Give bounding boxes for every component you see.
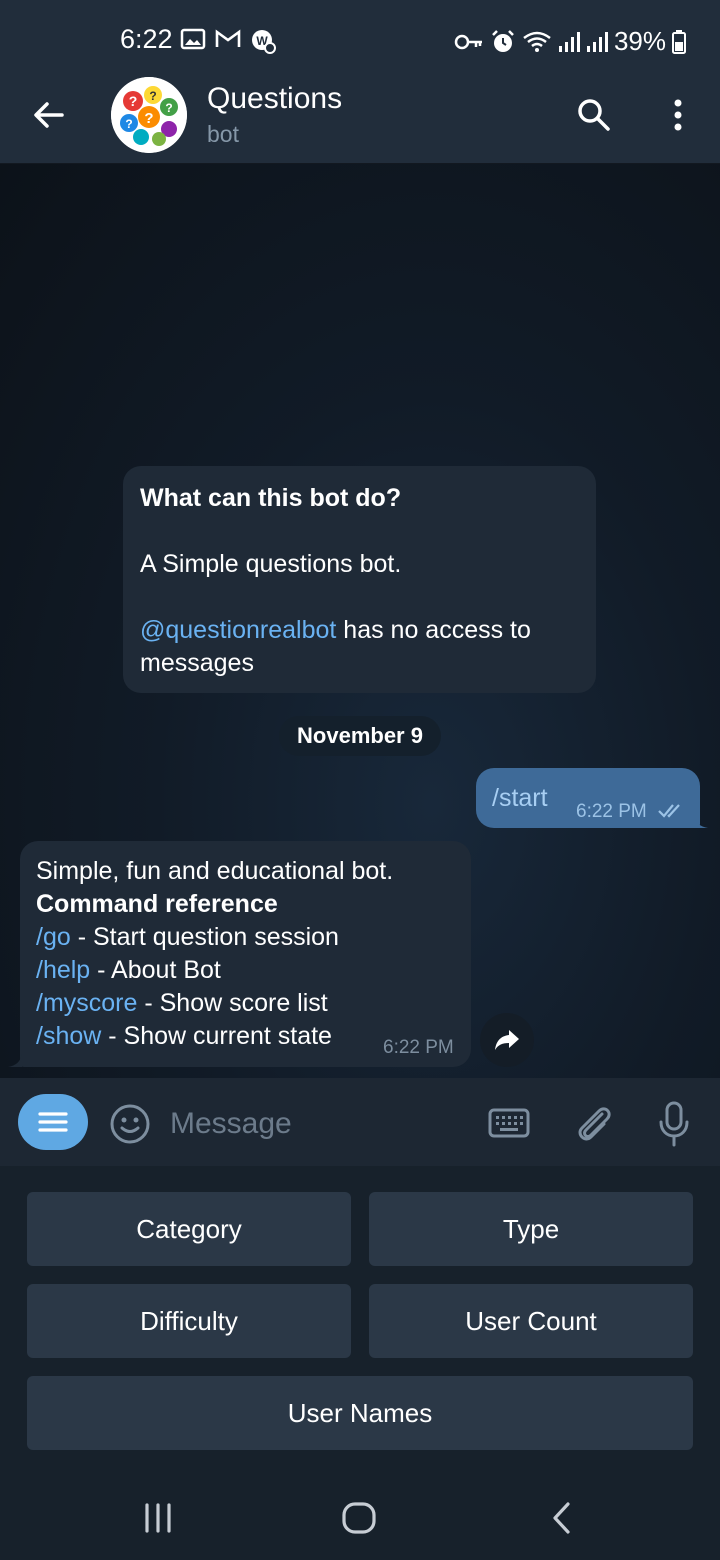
microphone-icon[interactable] (656, 1100, 692, 1148)
battery-percent: 39% (613, 26, 666, 56)
keyboard-button-category[interactable]: Category (27, 1192, 351, 1266)
access-text-2: messages (140, 649, 254, 677)
app-notification-icon: W (252, 30, 276, 54)
command-go-link[interactable]: /go (36, 923, 71, 951)
command-help-link[interactable]: /help (36, 956, 90, 984)
command-myscore-link[interactable]: /myscore (36, 989, 137, 1017)
message-input-bar (0, 1078, 720, 1166)
chat-header: ? ? ? ? ? Questions bot (0, 66, 720, 164)
more-vert-icon[interactable] (660, 94, 696, 136)
recent-apps-icon[interactable] (140, 1500, 176, 1536)
gallery-icon (180, 28, 206, 50)
bot-menu-button[interactable] (18, 1094, 88, 1150)
system-back-icon[interactable] (546, 1500, 576, 1536)
command-desc: - Start question session (70, 923, 339, 951)
bot-mention-link[interactable]: @questionrealbot (140, 616, 336, 644)
status-bar: 6:22 W 39% (0, 0, 720, 66)
message-time: 6:22 PM (576, 801, 647, 822)
attach-icon[interactable] (572, 1100, 616, 1146)
back-arrow-icon[interactable] (28, 94, 70, 136)
gmail-icon (215, 29, 241, 47)
signal-icon (586, 31, 608, 52)
system-nav-bar (0, 1476, 720, 1560)
incoming-message[interactable]: Simple, fun and educational bot. Command… (20, 841, 471, 1067)
command-desc: - About Bot (90, 956, 221, 984)
svg-text:?: ? (165, 101, 172, 115)
keyboard-button-type[interactable]: Type (369, 1192, 693, 1266)
vpn-key-icon (454, 34, 482, 49)
svg-text:?: ? (144, 110, 153, 127)
double-check-icon (658, 804, 680, 818)
info-description: A Simple questions bot. (140, 550, 402, 578)
svg-text:?: ? (129, 93, 138, 109)
chat-area[interactable]: What can this bot do? A Simple questions… (0, 164, 720, 1078)
svg-text:?: ? (125, 117, 132, 131)
home-icon[interactable] (340, 1500, 378, 1536)
info-heading: What can this bot do? (140, 484, 402, 512)
bubble-tail (8, 1054, 22, 1067)
bot-info-card: What can this bot do? A Simple questions… (123, 466, 596, 693)
command-show-link[interactable]: /show (36, 1022, 101, 1050)
bot-intro-line: Simple, fun and educational bot. (36, 857, 394, 885)
command-reference-heading: Command reference (36, 890, 278, 918)
alarm-icon (492, 29, 514, 52)
bot-avatar[interactable]: ? ? ? ? ? (111, 77, 187, 153)
keyboard-button-user-names[interactable]: User Names (27, 1376, 693, 1450)
signal-icon (558, 31, 580, 52)
message-input[interactable] (170, 1102, 460, 1146)
wifi-icon (523, 31, 551, 52)
message-text: /start (492, 784, 548, 812)
question-marks-logo-icon: ? ? ? ? ? (111, 77, 187, 153)
search-icon[interactable] (573, 94, 615, 136)
message-time: 6:22 PM (383, 1037, 454, 1058)
outgoing-message[interactable]: /start 6:22 PM (476, 768, 700, 828)
keyboard-icon[interactable] (487, 1104, 531, 1144)
svg-text:?: ? (149, 89, 156, 103)
share-button[interactable] (480, 1013, 534, 1067)
battery-icon (672, 29, 686, 54)
bot-reply-keyboard: Category Type Difficulty User Count User… (0, 1166, 720, 1476)
keyboard-button-user-count[interactable]: User Count (369, 1284, 693, 1358)
command-desc: - Show score list (137, 989, 328, 1017)
chat-title[interactable]: Questions (207, 82, 342, 116)
bubble-tail (694, 816, 708, 828)
date-separator: November 9 (279, 716, 441, 756)
share-arrow-icon (495, 1030, 519, 1050)
access-text: has no access to (336, 616, 531, 644)
chat-subtitle: bot (207, 121, 239, 147)
command-desc: - Show current state (101, 1022, 332, 1050)
status-time: 6:22 (120, 24, 173, 54)
keyboard-button-difficulty[interactable]: Difficulty (27, 1284, 351, 1358)
emoji-icon[interactable] (108, 1102, 152, 1146)
menu-lines-icon (38, 1112, 68, 1132)
